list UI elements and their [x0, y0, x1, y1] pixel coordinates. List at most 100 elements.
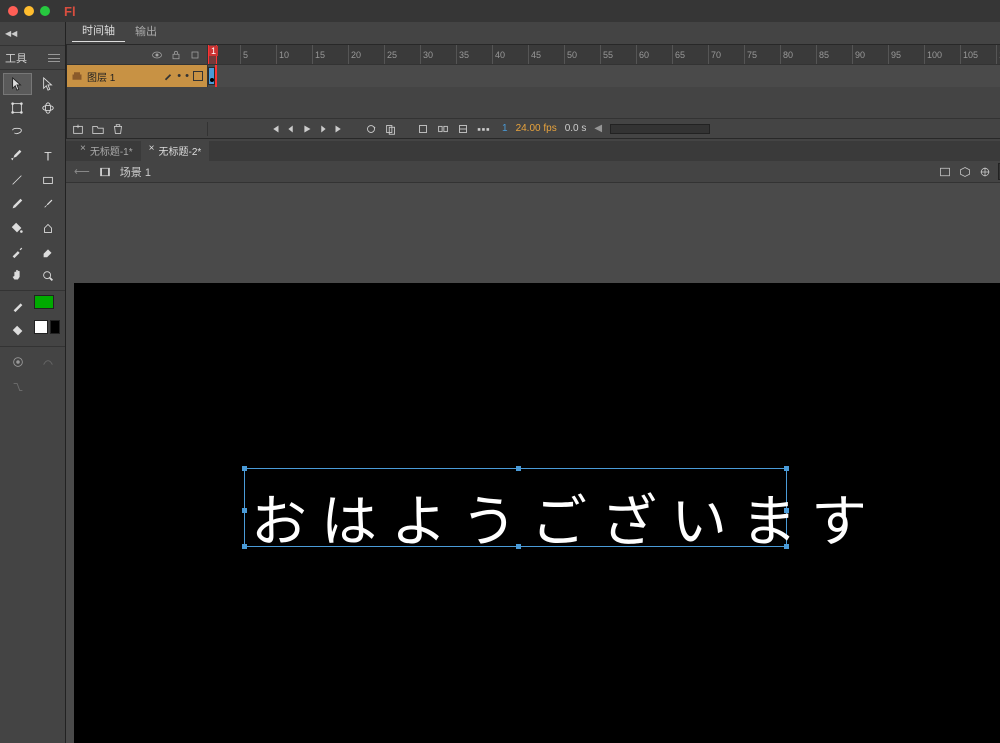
- goto-first-icon[interactable]: [268, 122, 282, 136]
- tick-70: 70: [708, 45, 721, 64]
- onion3-icon[interactable]: [456, 122, 470, 136]
- tick-65: 65: [672, 45, 685, 64]
- doc-tab-2[interactable]: ×无标题-2*: [141, 140, 210, 161]
- hand-tool[interactable]: [3, 265, 32, 287]
- 3d-rotation-tool[interactable]: [34, 97, 63, 119]
- symbol-icon[interactable]: [958, 166, 972, 178]
- time-display: 0.0 s: [565, 123, 587, 134]
- timeline-ruler[interactable]: 1 51015202530354045505560657075808590951…: [208, 45, 1000, 64]
- handle-mr[interactable]: [784, 508, 789, 513]
- layer-edit-icon: [163, 71, 173, 81]
- paint-bucket-tool[interactable]: [3, 217, 32, 239]
- center-frame-icon[interactable]: [416, 122, 430, 136]
- layer-row[interactable]: 图层 1 • •: [67, 65, 1000, 87]
- new-layer-icon[interactable]: [71, 122, 85, 136]
- tick-10: 10: [276, 45, 289, 64]
- delete-layer-icon[interactable]: [111, 122, 125, 136]
- handle-tr[interactable]: [784, 466, 789, 471]
- tick-25: 25: [384, 45, 397, 64]
- onion-skin-icon[interactable]: [384, 122, 398, 136]
- line-tool[interactable]: [3, 169, 32, 191]
- tick-85: 85: [816, 45, 829, 64]
- eye-icon[interactable]: [151, 49, 163, 61]
- stroke-color[interactable]: [34, 295, 54, 309]
- rectangle-tool[interactable]: [34, 169, 63, 191]
- tick-90: 90: [852, 45, 865, 64]
- free-transform-tool[interactable]: [3, 97, 32, 119]
- fill-color[interactable]: [34, 320, 48, 334]
- tick-80: 80: [780, 45, 793, 64]
- fill-swatch[interactable]: [4, 320, 31, 342]
- handle-ml[interactable]: [242, 508, 247, 513]
- snap-tool[interactable]: [4, 351, 31, 373]
- stroke-swatch[interactable]: [4, 295, 31, 317]
- scene-name[interactable]: 场景 1: [120, 164, 151, 180]
- titlebar: Fl: [0, 0, 1000, 22]
- outline-icon[interactable]: [189, 49, 201, 61]
- minimize-button[interactable]: [24, 6, 34, 16]
- ink-bottle-tool[interactable]: [34, 217, 63, 239]
- stage-container[interactable]: おはようございます: [66, 183, 1000, 743]
- text-tool[interactable]: T: [34, 145, 63, 167]
- maximize-button[interactable]: [40, 6, 50, 16]
- scene-icon: [98, 166, 112, 178]
- layer-frames[interactable]: [208, 65, 1000, 87]
- bw-swap[interactable]: [50, 320, 60, 334]
- handle-bm[interactable]: [516, 544, 521, 549]
- tools-title: 工具: [5, 50, 27, 66]
- handle-tm[interactable]: [516, 466, 521, 471]
- close-button[interactable]: [8, 6, 18, 16]
- doc-tab-1[interactable]: ×无标题-1*: [72, 140, 141, 161]
- back-icon[interactable]: ⟵: [74, 165, 90, 178]
- document-tabs: ×无标题-1* ×无标题-2*: [66, 141, 1000, 161]
- tab-output[interactable]: 输出: [125, 20, 167, 42]
- layer-icon: [71, 70, 83, 82]
- tick-35: 35: [456, 45, 469, 64]
- tick-100: 100: [924, 45, 942, 64]
- empty-tool-1: [34, 121, 63, 143]
- loop-icon[interactable]: [364, 122, 378, 136]
- pen-tool[interactable]: [3, 145, 32, 167]
- goto-last-icon[interactable]: [332, 122, 346, 136]
- svg-text:T: T: [44, 149, 52, 163]
- edit-scene-icon[interactable]: [938, 166, 952, 178]
- pencil-tool[interactable]: [3, 193, 32, 215]
- play-icon[interactable]: [300, 122, 314, 136]
- step-fwd-icon[interactable]: [316, 122, 330, 136]
- handle-bl[interactable]: [242, 544, 247, 549]
- text-selection[interactable]: おはようございます: [244, 468, 787, 547]
- selection-tool[interactable]: [3, 73, 32, 95]
- center-stage-icon[interactable]: [978, 166, 992, 178]
- timeline-scrollbar[interactable]: [610, 124, 710, 134]
- stage[interactable]: おはようございます: [74, 283, 1000, 743]
- eyedropper-tool[interactable]: [3, 241, 32, 263]
- subselection-tool[interactable]: [34, 73, 63, 95]
- lock-icon[interactable]: [170, 49, 182, 61]
- option-icon: [4, 376, 31, 398]
- step-back-icon[interactable]: [284, 122, 298, 136]
- tick-40: 40: [492, 45, 505, 64]
- lasso-tool[interactable]: [3, 121, 32, 143]
- tick-75: 75: [744, 45, 757, 64]
- handle-tl[interactable]: [242, 466, 247, 471]
- tick-50: 50: [564, 45, 577, 64]
- eraser-tool[interactable]: [34, 241, 63, 263]
- tick-5: 5: [240, 45, 248, 64]
- tick-55: 55: [600, 45, 613, 64]
- zoom-tool[interactable]: [34, 265, 63, 287]
- new-folder-icon[interactable]: [91, 122, 105, 136]
- panel-menu-icon[interactable]: [48, 54, 60, 62]
- tick-30: 30: [420, 45, 433, 64]
- tick-15: 15: [312, 45, 325, 64]
- tick-105: 105: [960, 45, 978, 64]
- current-frame: 1: [502, 123, 508, 134]
- scene-bar: ⟵ 场景 1 200%: [66, 161, 1000, 183]
- tab-timeline[interactable]: 时间轴: [72, 19, 125, 42]
- tick-60: 60: [636, 45, 649, 64]
- handle-br[interactable]: [784, 544, 789, 549]
- marker-icon[interactable]: [476, 122, 490, 136]
- brush-tool[interactable]: [34, 193, 63, 215]
- tools-panel: ◀◀ 工具 T: [0, 22, 66, 743]
- fps-display: 24.00 fps: [516, 123, 557, 134]
- onion2-icon[interactable]: [436, 122, 450, 136]
